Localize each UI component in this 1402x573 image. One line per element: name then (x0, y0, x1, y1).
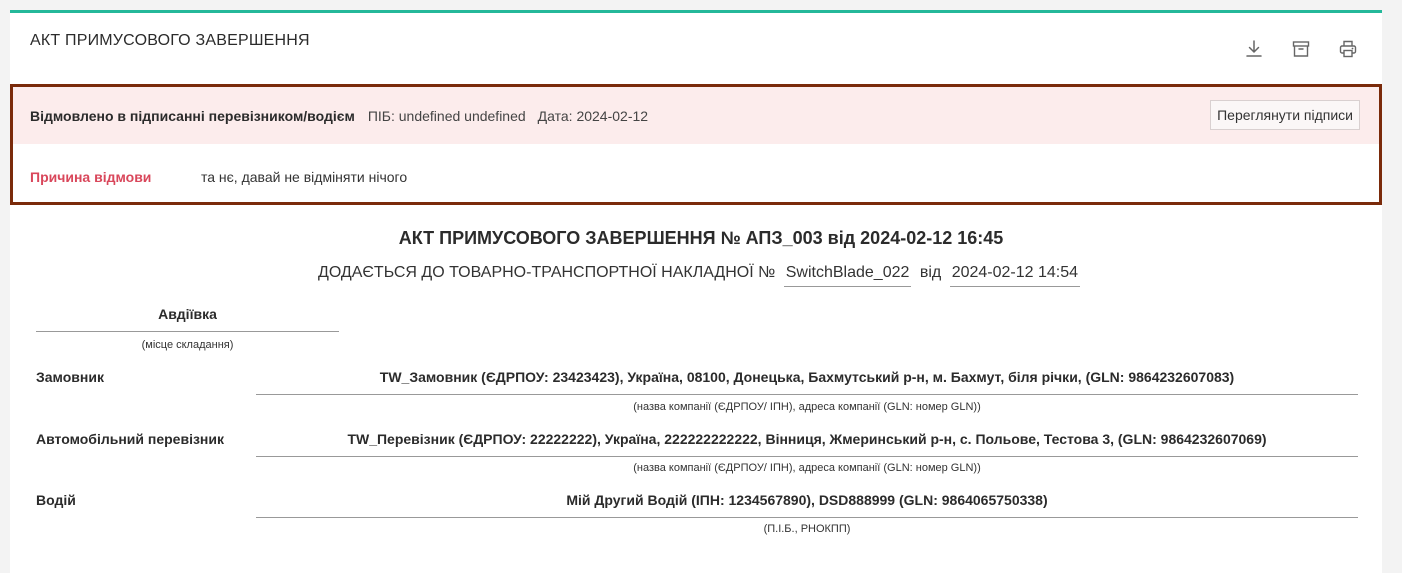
carrier-hint: (назва компанії (ЄДРПОУ/ ІПН), адреса ко… (633, 462, 981, 474)
rejection-panel: Відмовлено в підписанні перевізником/вод… (10, 84, 1382, 205)
rejection-reason-text: та нє, давай не відміняти нічого (201, 169, 408, 185)
customer-label: Замовник (36, 369, 104, 385)
rejection-status: Відмовлено в підписанні перевізником/вод… (30, 107, 355, 124)
page-title: АКТ ПРИМУСОВОГО ЗАВЕРШЕННЯ (30, 32, 310, 49)
driver-label: Водій (36, 492, 76, 508)
document-subtitle: ДОДАЄТЬСЯ ДО ТОВАРНО-ТРАНСПОРТНОЇ НАКЛАД… (0, 264, 1402, 287)
document-title: АКТ ПРИМУСОВОГО ЗАВЕРШЕННЯ № АПЗ_003 від… (398, 228, 1004, 248)
rejection-reason-label: Причина відмови (30, 169, 152, 185)
carrier-label: Автомобільний перевізник (36, 431, 224, 447)
archive-button[interactable] (1289, 37, 1313, 61)
driver-value: Мій Другий Водій (ІПН: 1234567890), DSD8… (256, 492, 1358, 518)
rejection-person: ПІБ: undefined undefined (367, 107, 526, 124)
subtitle-from: від (919, 264, 942, 281)
toolbar (1242, 37, 1360, 61)
customer-hint: (назва компанії (ЄДРПОУ/ ІПН), адреса ко… (633, 401, 981, 413)
rejection-status-bar: Відмовлено в підписанні перевізником/вод… (13, 87, 1379, 144)
download-icon (1246, 40, 1262, 57)
waybill-date: 2024-02-12 14:54 (949, 264, 1081, 287)
view-signatures-button[interactable]: Переглянути підписи (1210, 100, 1360, 130)
rejection-date: Дата: 2024-02-12 (537, 107, 649, 124)
place-hint: (місце складання) (141, 339, 234, 351)
customer-value: TW_Замовник (ЄДРПОУ: 23423423), Україна,… (256, 369, 1358, 395)
subtitle-prefix: ДОДАЄТЬСЯ ДО ТОВАРНО-ТРАНСПОРТНОЇ НАКЛАД… (317, 264, 776, 281)
print-button[interactable] (1336, 37, 1360, 61)
waybill-number: SwitchBlade_022 (783, 264, 912, 287)
download-button[interactable] (1242, 37, 1266, 61)
carrier-value: TW_Перевізник (ЄДРПОУ: 22222222), Україн… (256, 431, 1358, 457)
rejection-reason: Причина відмови та нє, давай не відмінят… (30, 169, 407, 185)
place-value: Авдіївка (36, 306, 339, 332)
driver-hint: (П.І.Б., РНОКПП) (763, 523, 851, 535)
archive-icon (1292, 41, 1310, 57)
print-icon (1339, 40, 1357, 58)
